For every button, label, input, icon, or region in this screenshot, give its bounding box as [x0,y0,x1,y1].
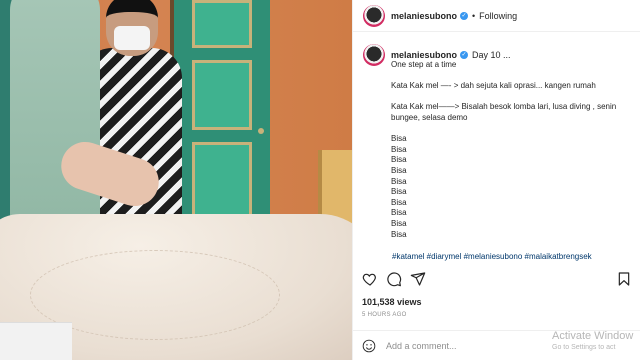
post-header: melaniesubono ✓ • Following [353,0,640,32]
paper-sheet [0,322,72,360]
caption-line: Bisa [391,155,407,165]
face-mask [114,26,150,50]
caption-line: Kata Kak mel——> Bisalah besok lomba lari… [391,102,617,112]
wardrobe-panel [192,60,252,130]
caption-line: Bisa [391,229,407,239]
caption-line [391,92,633,103]
caption-line: Bisa [391,165,407,175]
action-bar [362,271,632,289]
watermark-line-2: Go to Settings to act [552,344,616,351]
caption-line [391,124,633,135]
caption-body: One step at a time Kata Kak mel —- > dah… [391,60,633,240]
caption-line: bungee, selasa demo [391,112,468,122]
share-icon[interactable] [410,271,426,287]
caption-username-link[interactable]: melaniesubono [391,50,457,60]
separator-dot: • [472,10,476,21]
avatar[interactable] [363,44,385,66]
caption-line: Bisa [391,144,407,154]
wardrobe-panel [192,142,252,222]
watermark-line-1: Activate Window [552,330,634,342]
caption-line: Kata Kak mel —- > dah sejuta kali oprasi… [391,81,596,91]
verified-badge-icon: ✓ [460,51,469,59]
caption-line: Bisa [391,176,407,186]
verified-badge-icon: ✓ [460,11,469,20]
emoji-icon[interactable] [362,339,376,353]
windows-activation-watermark: Activate Window Go to Settings to act [552,330,633,351]
bookmark-icon[interactable] [616,271,632,287]
views-count[interactable]: 101,538 views [362,297,422,307]
following-button[interactable]: Following [479,11,517,21]
caption-line: Bisa [391,197,407,207]
avatar[interactable] [363,4,385,27]
person-green-dress [10,0,100,250]
wardrobe-knob [258,128,264,134]
caption-line: One step at a time [391,60,457,69]
comment-icon[interactable] [386,271,402,287]
caption-line: Bisa [391,208,407,218]
caption-line: Bisa [391,134,407,144]
hashtags[interactable]: #katamel #diarymel #melaniesubono #malai… [392,252,592,261]
wardrobe-panel [192,0,252,48]
caption-title: Day 10 ... [472,50,511,60]
caption-line: Bisa [391,187,407,197]
caption: melaniesubono ✓ Day 10 ... One step at a… [363,44,633,240]
caption-line [391,71,633,82]
heart-icon[interactable] [362,271,378,287]
caption-line: Bisa [391,218,407,228]
post-media[interactable] [0,0,352,360]
wardrobe [170,0,270,240]
username-link[interactable]: melaniesubono [391,11,457,21]
comment-input[interactable]: Add a comment... [386,341,457,351]
timestamp[interactable]: 5 HOURS AGO [362,312,407,318]
